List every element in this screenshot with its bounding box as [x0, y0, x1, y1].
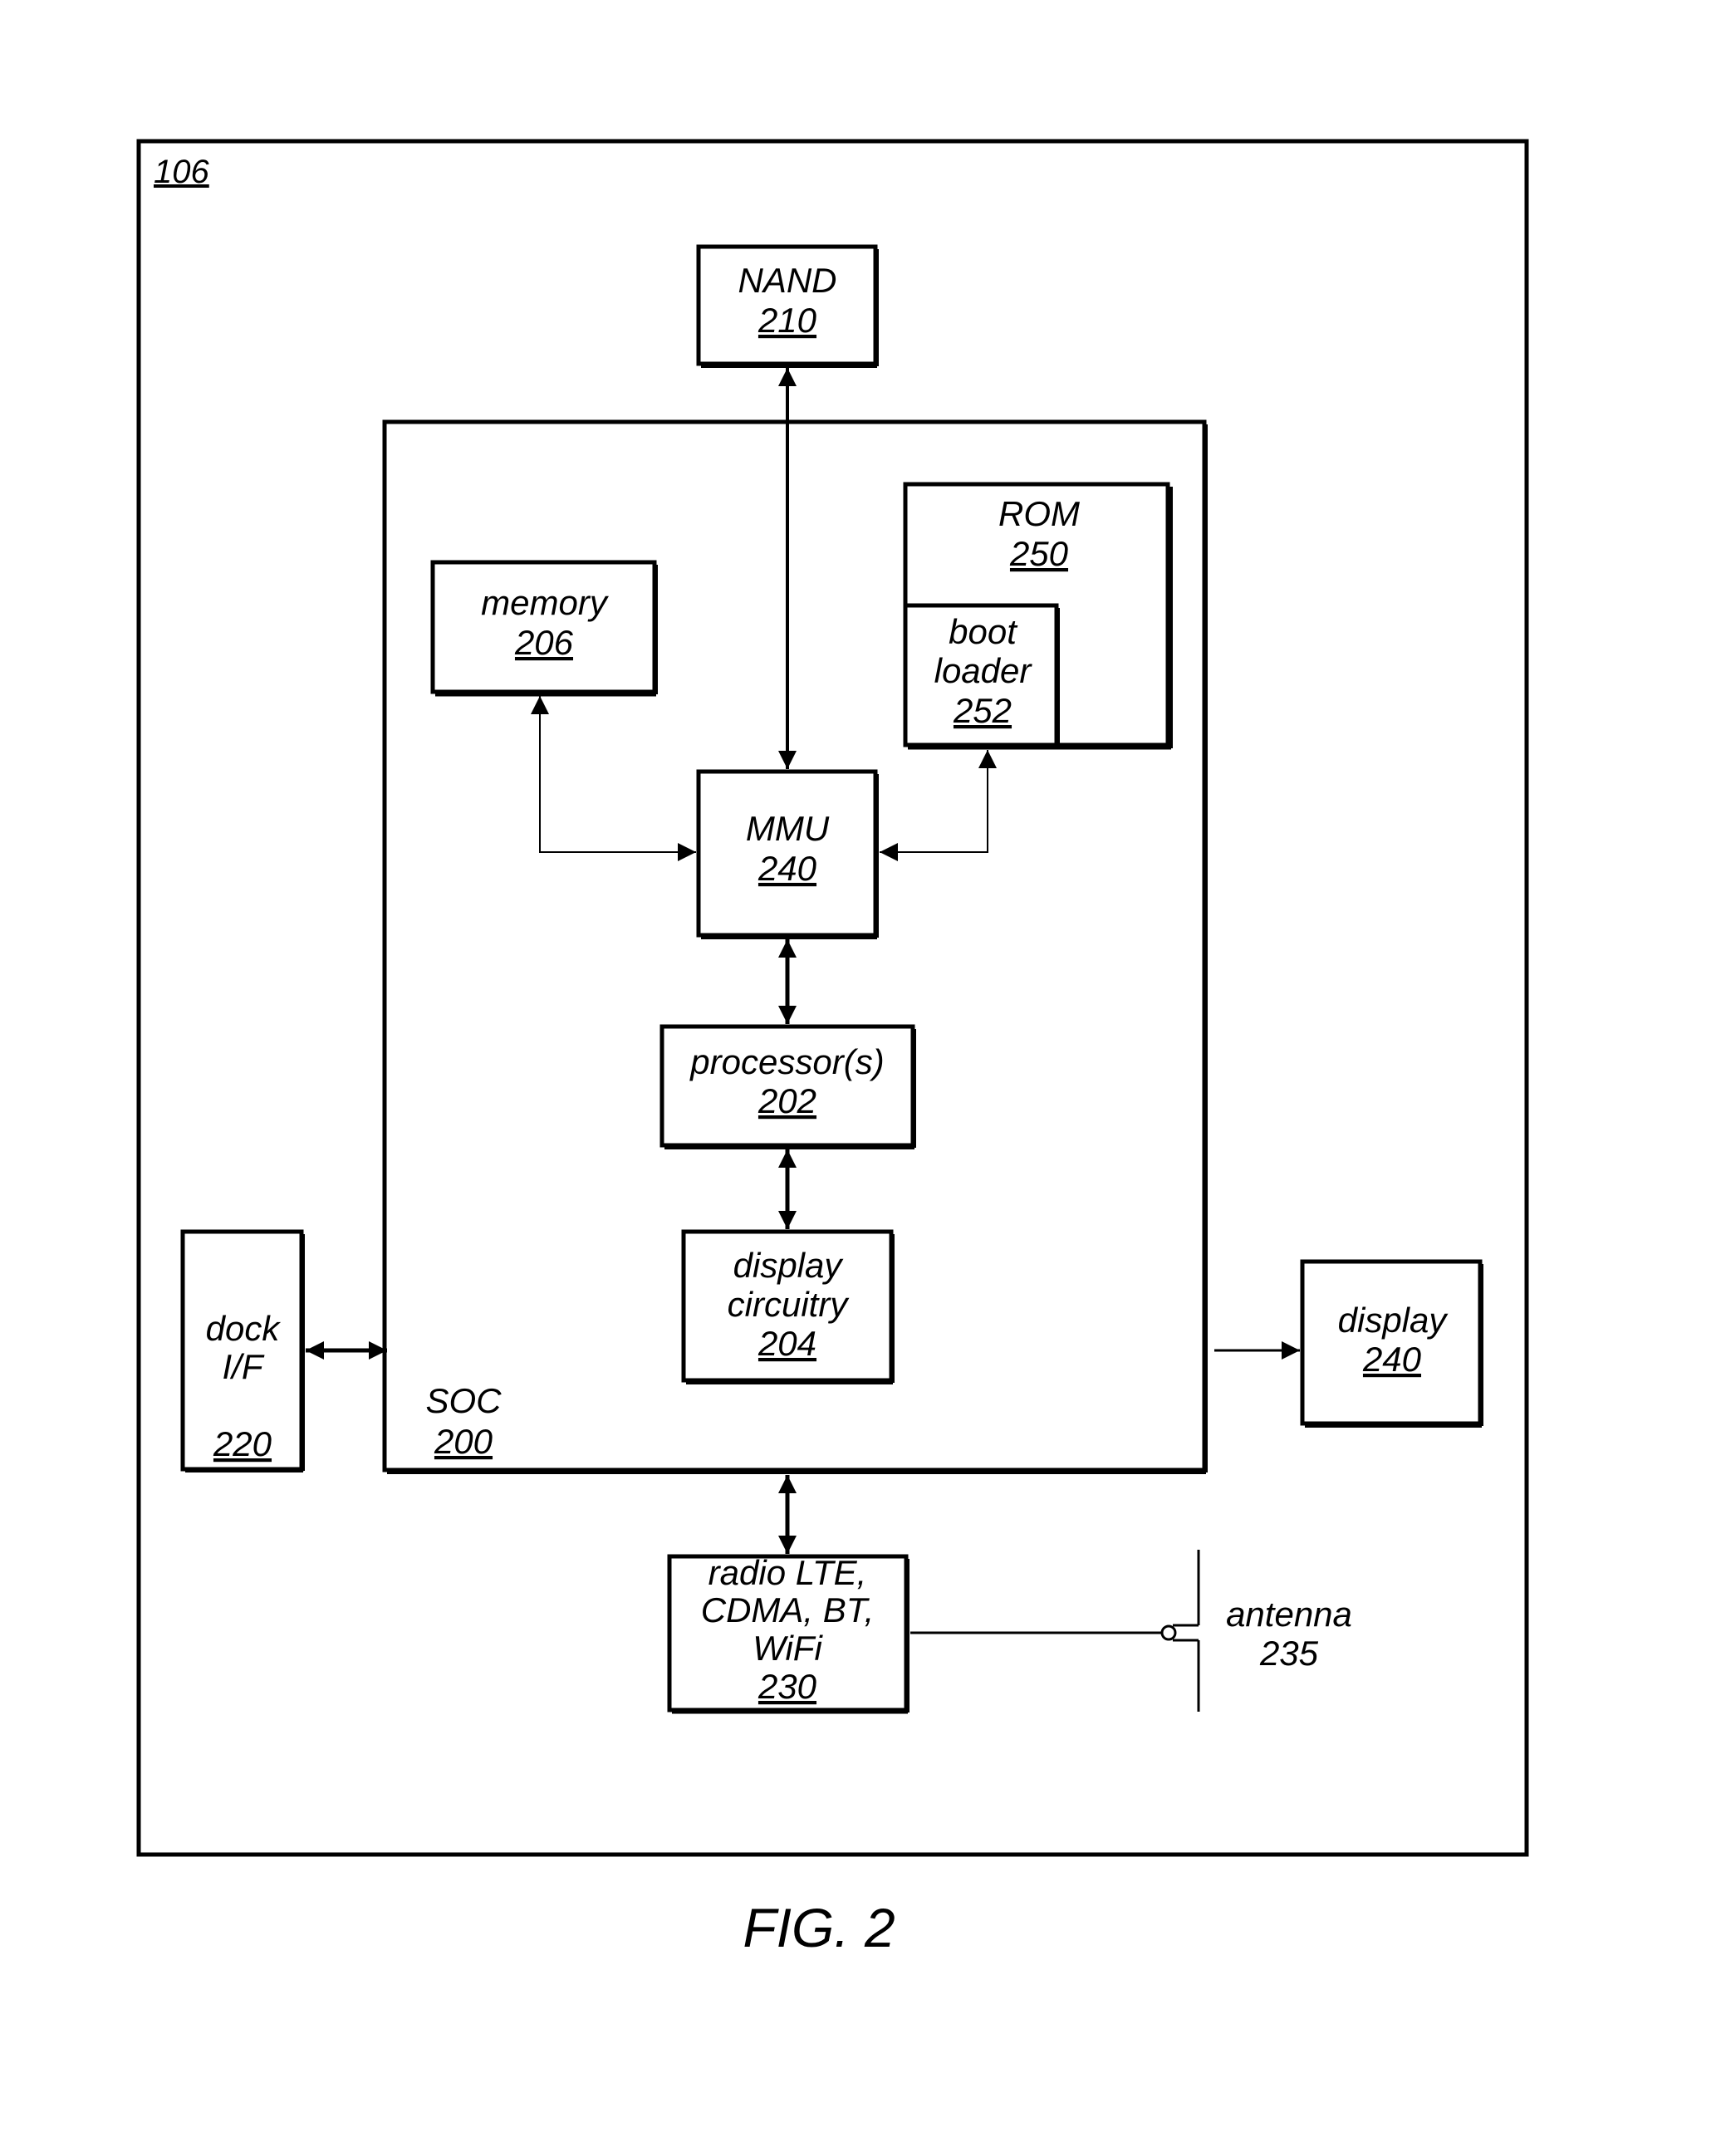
mmu-block[interactable]: MMU 240: [696, 769, 879, 939]
dock-label-line2: I/F: [223, 1347, 265, 1386]
connector-rom-mmu: [880, 750, 997, 861]
connector-memory-mmu: [531, 696, 696, 861]
dock-ref: 220: [213, 1424, 272, 1463]
device-ref: 106: [154, 154, 209, 190]
boot-loader-block[interactable]: boot loader 252: [903, 603, 1060, 747]
antenna-label: antenna: [1226, 1595, 1352, 1634]
soc-label: SOC: [425, 1381, 502, 1420]
nand-label: NAND: [738, 261, 836, 300]
display-circuitry-ref: 204: [757, 1324, 816, 1363]
display-ref: 240: [1362, 1340, 1422, 1379]
radio-label-line2: CDMA, BT,: [701, 1590, 874, 1629]
radio-ref: 230: [757, 1667, 817, 1706]
soc-ref: 200: [434, 1422, 493, 1461]
display-circuitry-label-line1: display: [733, 1246, 845, 1285]
figure-caption: FIG. 2: [743, 1897, 895, 1958]
boot-loader-label-line1: boot: [949, 612, 1018, 651]
display-circuitry-block[interactable]: display circuitry 204: [681, 1229, 895, 1384]
nand-block[interactable]: NAND 210: [696, 244, 879, 368]
display-block[interactable]: display 240: [1300, 1259, 1483, 1428]
radio-label-line1: radio LTE,: [708, 1553, 867, 1592]
memory-label: memory: [481, 583, 610, 622]
radio-label-line3: WiFi: [753, 1629, 823, 1668]
boot-loader-label-line2: loader: [934, 651, 1033, 690]
dock-interface-block[interactable]: dock I/F 220: [180, 1229, 305, 1472]
rom-label: ROM: [998, 494, 1080, 533]
processor-ref: 202: [757, 1081, 816, 1120]
block-diagram: 106 NAND 210 SOC 200 memory 206 ROM 250 …: [136, 139, 1529, 1958]
antenna: antenna 235: [1160, 1550, 1352, 1712]
mmu-ref: 240: [757, 849, 817, 888]
memory-ref: 206: [514, 623, 574, 662]
processor-block[interactable]: processor(s) 202: [659, 1024, 916, 1149]
processor-label: processor(s): [689, 1042, 884, 1081]
memory-block[interactable]: memory 206: [430, 560, 658, 697]
display-circuitry-label-line2: circuitry: [728, 1285, 851, 1324]
display-label: display: [1338, 1301, 1449, 1340]
antenna-feed-icon: [1160, 1624, 1177, 1641]
radio-block[interactable]: radio LTE, CDMA, BT, WiFi 230: [667, 1553, 909, 1714]
rom-ref: 250: [1009, 534, 1069, 573]
dock-label-line1: dock: [206, 1309, 282, 1348]
antenna-ref: 235: [1259, 1634, 1319, 1673]
mmu-label: MMU: [746, 809, 830, 848]
nand-ref: 210: [757, 301, 817, 340]
boot-loader-ref: 252: [953, 691, 1012, 730]
